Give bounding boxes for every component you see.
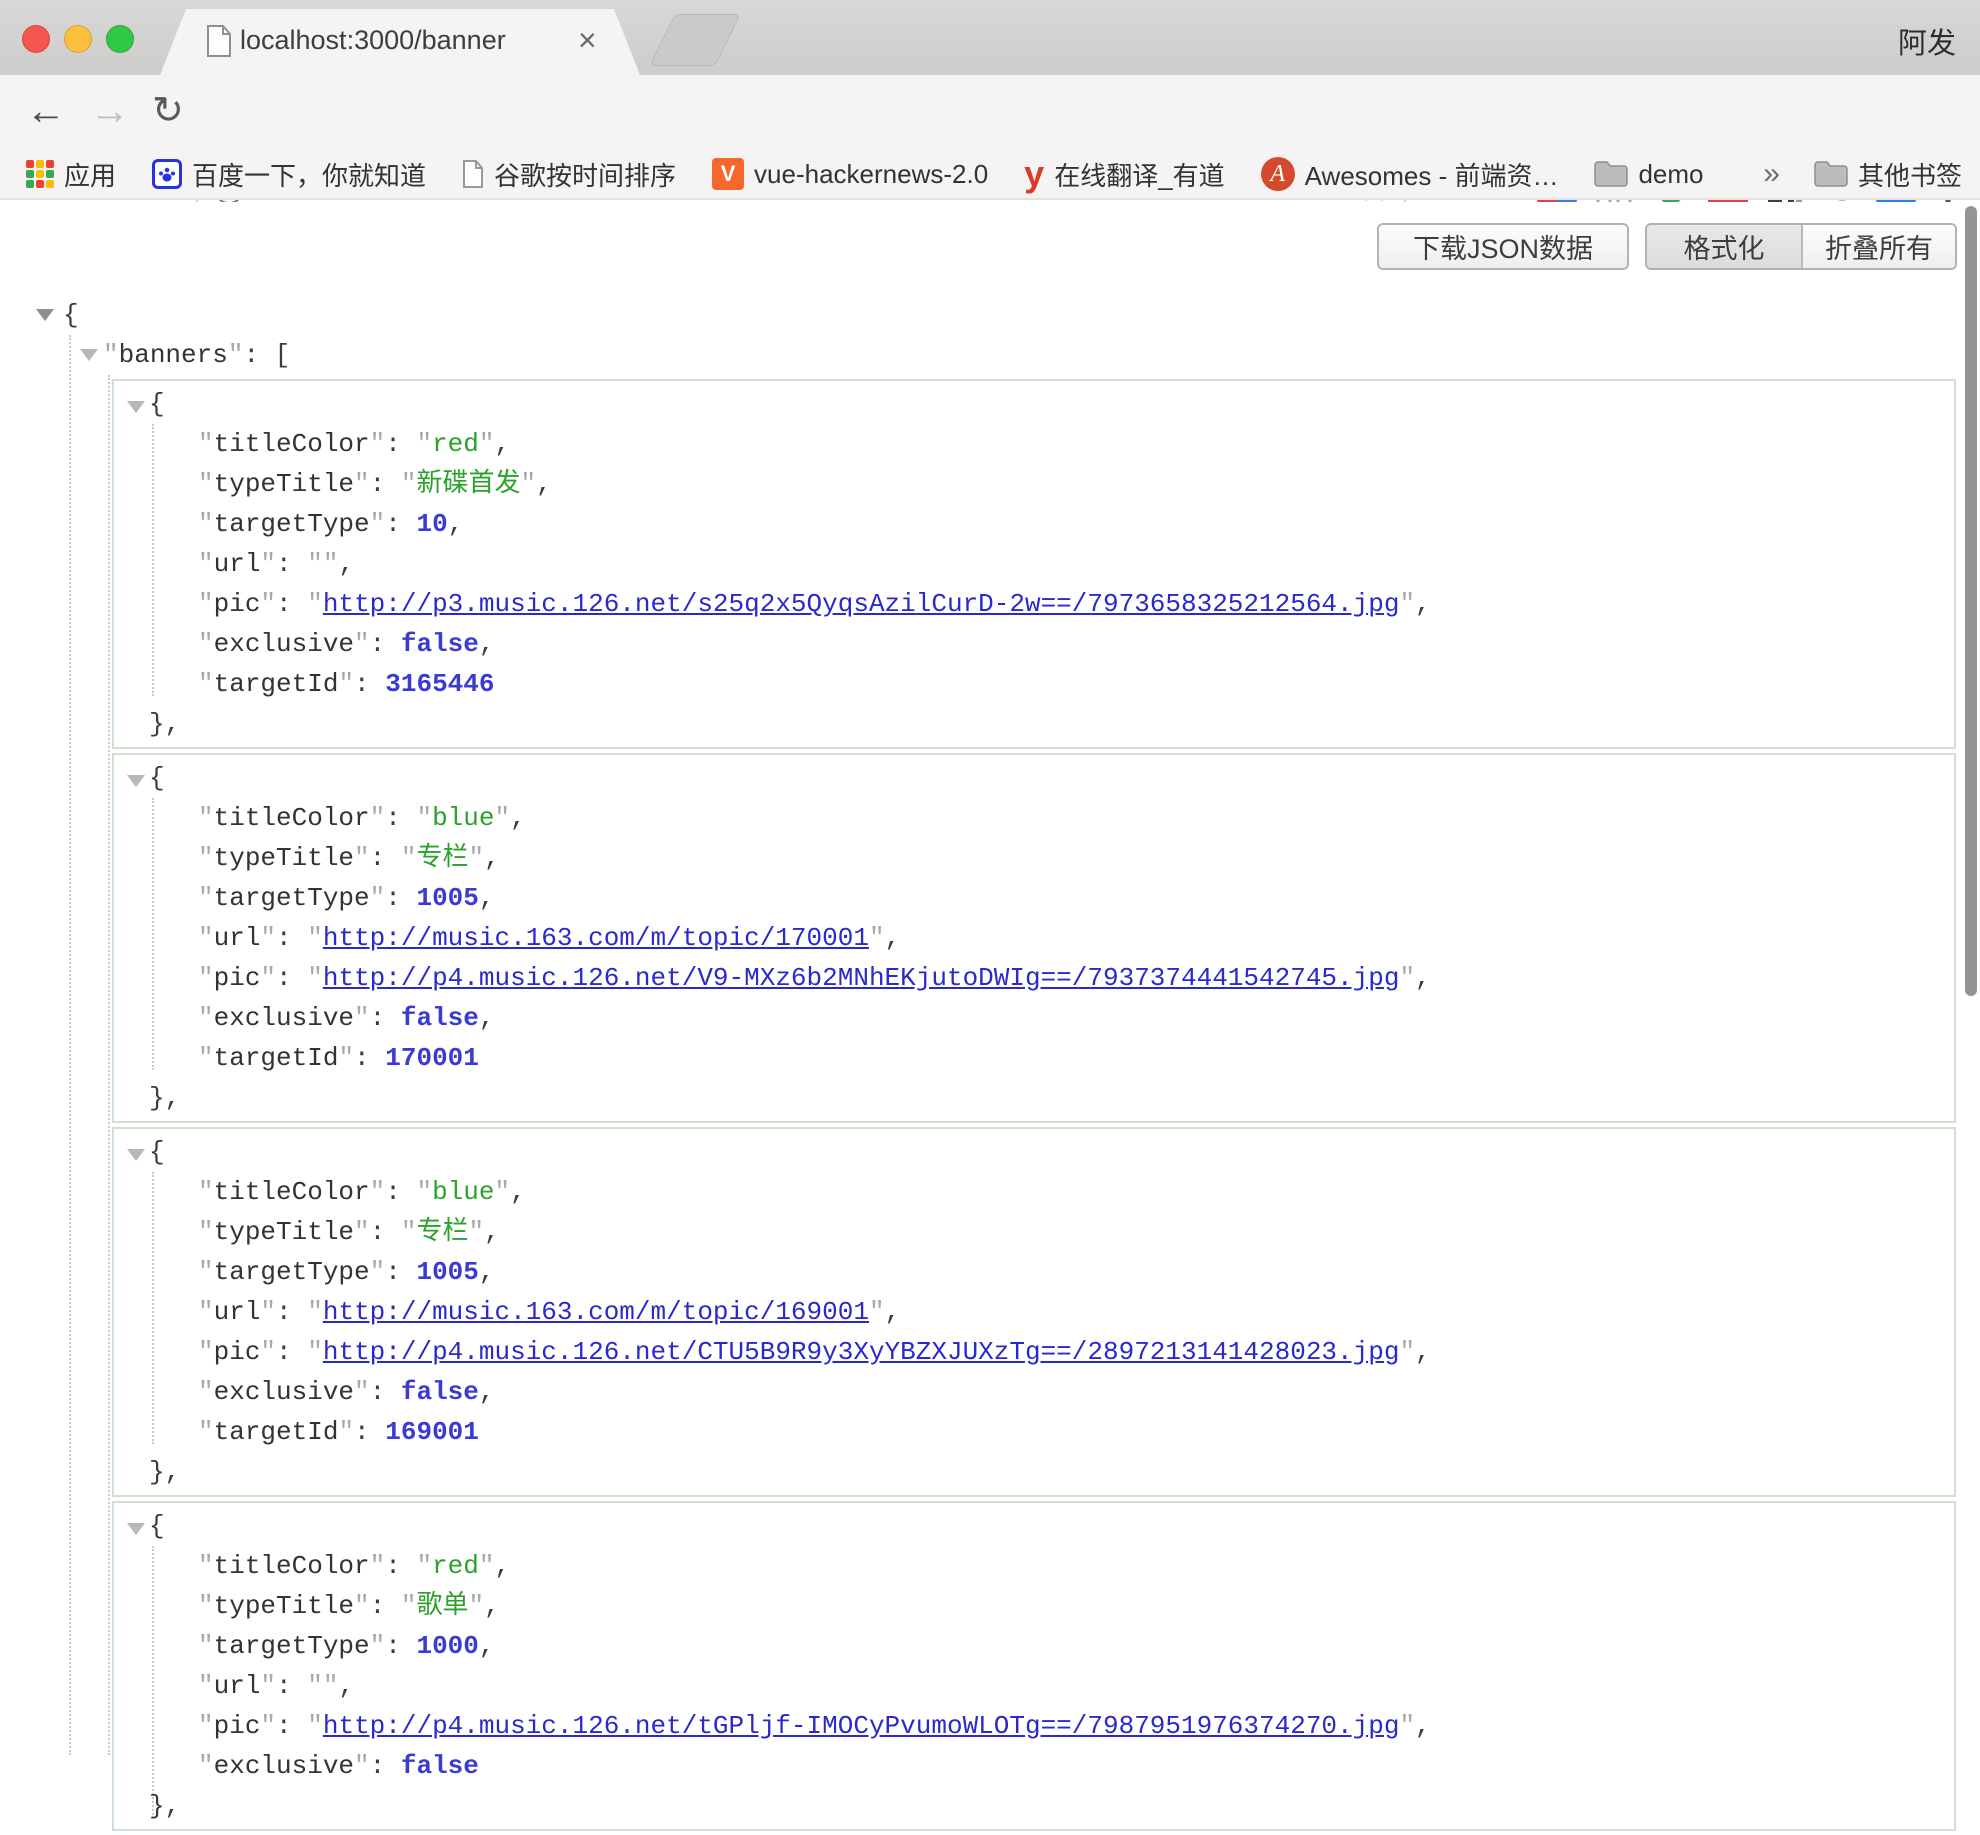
collapse-all-button[interactable]: 折叠所有 xyxy=(1803,225,1955,268)
collapse-triangle-icon[interactable] xyxy=(36,309,54,321)
other-bookmarks-folder[interactable]: 其他书签 xyxy=(1814,156,1962,193)
json-kv-row: "url": "", xyxy=(114,544,1954,584)
bookmark-awesomes[interactable]: A Awesomes - 前端资… xyxy=(1261,156,1559,193)
banner-object-box: {"titleColor": "red","typeTitle": "歌单","… xyxy=(112,1501,1956,1831)
json-object-close-row: }, xyxy=(114,704,1954,744)
youdao-icon: y xyxy=(1024,158,1044,190)
json-object-open-row: { xyxy=(114,1506,1954,1546)
json-object-open-row: { xyxy=(114,758,1954,798)
json-kv-row: "titleColor": "blue", xyxy=(114,1172,1954,1212)
profile-name[interactable]: 阿发 xyxy=(1898,20,1956,62)
json-kv-row: "pic": "http://p4.music.126.net/CTU5B9R9… xyxy=(114,1332,1954,1372)
json-kv-row: "url": "", xyxy=(114,1666,1954,1706)
json-kv-row: "targetType": 1000, xyxy=(114,1626,1954,1666)
format-button[interactable]: 格式化 xyxy=(1647,225,1803,268)
tab-bar: localhost:3000/banner × 阿发 xyxy=(0,0,1980,75)
page-icon xyxy=(206,25,232,57)
banner-object-box: {"titleColor": "blue","typeTitle": "专栏",… xyxy=(112,753,1956,1123)
back-button[interactable]: ← xyxy=(26,87,66,135)
bookmark-demo-folder[interactable]: demo xyxy=(1594,159,1703,190)
collapse-triangle-icon[interactable] xyxy=(80,349,98,361)
json-kv-row: "pic": "http://p4.music.126.net/V9-MXz6b… xyxy=(114,958,1954,998)
bookmark-youdao[interactable]: y 在线翻译_有道 xyxy=(1024,156,1225,193)
bookmarks-overflow-chevron[interactable]: » xyxy=(1763,157,1780,191)
json-kv-row: "exclusive": false xyxy=(114,1746,1954,1786)
json-root-row: { xyxy=(0,295,1980,335)
json-kv-row: "titleColor": "blue", xyxy=(114,798,1954,838)
forward-button[interactable]: → xyxy=(90,87,130,135)
banner-object-box: {"titleColor": "blue","typeTitle": "专栏",… xyxy=(112,1127,1956,1497)
json-kv-row: "targetId": 169001 xyxy=(114,1412,1954,1452)
bookmark-apps[interactable]: 应用 xyxy=(26,156,116,193)
json-array-items: {"titleColor": "red","typeTitle": "新碟首发"… xyxy=(112,379,1956,1831)
json-kv-row: "pic": "http://p3.music.126.net/s25q2x5Q… xyxy=(114,584,1954,624)
json-url-link[interactable]: http://p3.music.126.net/s25q2x5QyqsAzilC… xyxy=(323,589,1400,619)
baidu-paw-icon xyxy=(152,159,182,189)
json-viewer: { "banners": [ {"titleColor": "red","typ… xyxy=(0,295,1980,1835)
json-kv-row: "titleColor": "red", xyxy=(114,1546,1954,1586)
json-url-link[interactable]: http://music.163.com/m/topic/169001 xyxy=(323,1297,869,1327)
browser-toolbar: ← → ↻ i localhost :3000/banner ☆ V 英 FE … xyxy=(0,75,1980,150)
json-kv-row: "exclusive": false, xyxy=(114,624,1954,664)
tab-title: localhost:3000/banner xyxy=(240,25,506,56)
json-kv-row: "titleColor": "red", xyxy=(114,424,1954,464)
collapse-triangle-icon[interactable] xyxy=(127,1149,145,1161)
json-kv-row: "exclusive": false, xyxy=(114,1372,1954,1412)
collapse-triangle-icon[interactable] xyxy=(127,1523,145,1535)
collapse-triangle-icon[interactable] xyxy=(127,775,145,787)
new-tab-button[interactable] xyxy=(649,14,740,66)
vue-icon: V xyxy=(712,158,744,190)
browser-tab[interactable]: localhost:3000/banner × xyxy=(160,9,640,75)
json-url-link[interactable]: http://p4.music.126.net/CTU5B9R9y3XyYBZX… xyxy=(323,1337,1400,1367)
json-object-open-row: { xyxy=(114,1132,1954,1172)
download-json-button[interactable]: 下载JSON数据 xyxy=(1377,223,1629,270)
page-icon xyxy=(462,160,484,188)
indent-guide xyxy=(108,375,110,1755)
json-kv-row: "typeTitle": "专栏", xyxy=(114,1212,1954,1252)
bookmarks-bar: 应用 百度一下，你就知道 谷歌按时间排序 V vue-hackernews-2.… xyxy=(0,150,1980,200)
json-object-open-row: { xyxy=(114,384,1954,424)
folder-icon xyxy=(1594,161,1628,187)
bookmark-baidu[interactable]: 百度一下，你就知道 xyxy=(152,156,426,193)
bookmark-vue-hackernews[interactable]: V vue-hackernews-2.0 xyxy=(712,158,988,190)
banner-object-box: {"titleColor": "red","typeTitle": "新碟首发"… xyxy=(112,379,1956,749)
minimize-window-button[interactable] xyxy=(64,25,92,53)
json-url-link[interactable]: http://p4.music.126.net/V9-MXz6b2MNhEKju… xyxy=(323,963,1400,993)
page-content: 下载JSON数据 格式化 折叠所有 { "banners": [ {"title… xyxy=(0,202,1980,1754)
zoom-window-button[interactable] xyxy=(106,25,134,53)
awesomes-icon: A xyxy=(1261,157,1295,191)
json-kv-row: "targetId": 170001 xyxy=(114,1038,1954,1078)
json-kv-row: "targetType": 10, xyxy=(114,504,1954,544)
json-object-close-row: }, xyxy=(114,1078,1954,1118)
close-window-button[interactable] xyxy=(22,25,50,53)
json-kv-row: "typeTitle": "新碟首发", xyxy=(114,464,1954,504)
tab-close-icon[interactable]: × xyxy=(578,21,597,59)
json-url-link[interactable]: http://music.163.com/m/topic/170001 xyxy=(323,923,869,953)
json-kv-row: "pic": "http://p4.music.126.net/tGPljf-I… xyxy=(114,1706,1954,1746)
json-kv-row: "exclusive": false, xyxy=(114,998,1954,1038)
indent-guide xyxy=(69,335,71,1755)
json-object-close-row: }, xyxy=(114,1452,1954,1492)
json-kv-row: "typeTitle": "歌单", xyxy=(114,1586,1954,1626)
vertical-scrollbar[interactable] xyxy=(1965,206,1977,996)
folder-icon xyxy=(1814,161,1848,187)
json-kv-row: "targetId": 3165446 xyxy=(114,664,1954,704)
json-kv-row: "typeTitle": "专栏", xyxy=(114,838,1954,878)
json-url-link[interactable]: http://p4.music.126.net/tGPljf-IMOCyPvum… xyxy=(323,1711,1400,1741)
json-kv-row: "targetType": 1005, xyxy=(114,1252,1954,1292)
json-object-close-row: }, xyxy=(114,1786,1954,1826)
format-collapse-button-group: 格式化 折叠所有 xyxy=(1645,223,1957,270)
reload-button[interactable]: ↻ xyxy=(152,87,184,135)
json-kv-row: "url": "http://music.163.com/m/topic/170… xyxy=(114,918,1954,958)
json-kv-row: "targetType": 1005, xyxy=(114,878,1954,918)
json-banners-row: "banners": [ xyxy=(0,335,1980,375)
collapse-triangle-icon[interactable] xyxy=(127,401,145,413)
json-kv-row: "url": "http://music.163.com/m/topic/169… xyxy=(114,1292,1954,1332)
apps-grid-icon xyxy=(26,160,54,188)
bookmark-google-sort[interactable]: 谷歌按时间排序 xyxy=(462,156,676,193)
